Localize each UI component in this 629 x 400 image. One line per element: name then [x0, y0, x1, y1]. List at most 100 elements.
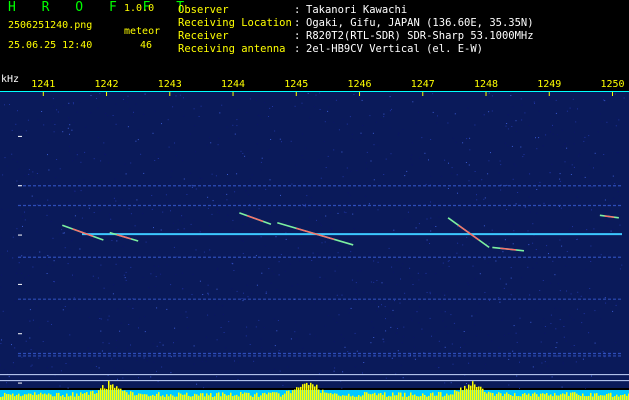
- noise-pixel: [362, 372, 363, 374]
- noise-pixel: [299, 260, 301, 262]
- histogram-bar: [408, 395, 410, 400]
- histogram-bar: [508, 394, 510, 400]
- noise-pixel: [539, 290, 541, 291]
- noise-pixel: [371, 301, 373, 303]
- noise-pixel: [278, 350, 280, 352]
- noise-pixel: [532, 138, 533, 140]
- noise-pixel: [536, 212, 538, 214]
- noise-pixel: [360, 132, 362, 134]
- noise-pixel: [193, 363, 195, 365]
- noise-pixel: [625, 123, 626, 125]
- noise-pixel: [488, 111, 490, 113]
- histogram-bar: [66, 393, 68, 400]
- noise-pixel: [306, 195, 308, 197]
- noise-pixel: [349, 194, 351, 196]
- noise-pixel: [237, 361, 239, 363]
- histogram-bar: [242, 393, 244, 400]
- histogram-bar: [244, 392, 246, 400]
- noise-pixel: [468, 180, 470, 182]
- noise-pixel: [591, 186, 593, 188]
- noise-pixel: [561, 245, 563, 247]
- noise-pixel: [594, 310, 596, 312]
- noise-pixel: [199, 280, 201, 282]
- noise-pixel: [242, 300, 244, 302]
- noise-pixel: [597, 131, 599, 133]
- meteor-count: 46: [140, 40, 153, 51]
- noise-pixel: [37, 119, 39, 121]
- noise-pixel: [109, 216, 111, 218]
- noise-pixel: [43, 124, 45, 126]
- noise-background: [0, 92, 629, 388]
- noise-pixel: [302, 159, 304, 161]
- histogram-bar: [162, 395, 164, 400]
- histogram-bar: [44, 393, 46, 400]
- histogram-bar: [246, 392, 248, 400]
- noise-pixel: [572, 98, 574, 100]
- noise-pixel: [510, 277, 512, 279]
- noise-pixel: [534, 368, 536, 370]
- noise-pixel: [32, 266, 34, 268]
- noise-pixel: [143, 172, 145, 174]
- noise-pixel: [448, 260, 450, 262]
- noise-pixel: [54, 124, 56, 125]
- noise-pixel: [454, 302, 456, 304]
- noise-pixel: [337, 212, 339, 214]
- noise-pixel: [234, 133, 236, 135]
- histogram-bar: [282, 394, 284, 400]
- noise-pixel: [162, 211, 164, 213]
- noise-pixel: [260, 338, 262, 340]
- noise-pixel: [47, 199, 49, 201]
- noise-pixel: [156, 370, 157, 372]
- noise-pixel: [120, 322, 122, 324]
- noise-pixel: [334, 367, 336, 369]
- noise-pixel: [273, 368, 275, 370]
- noise-pixel: [48, 169, 50, 171]
- noise-pixel: [527, 230, 529, 232]
- noise-pixel: [569, 314, 571, 316]
- histogram-bar: [534, 392, 536, 400]
- noise-pixel: [532, 366, 534, 368]
- noise-pixel: [383, 186, 385, 188]
- noise-pixel: [142, 277, 144, 279]
- noise-pixel: [381, 304, 382, 306]
- noise-pixel: [602, 351, 604, 352]
- noise-pixel: [468, 362, 470, 364]
- noise-pixel: [342, 118, 344, 120]
- noise-pixel: [270, 282, 272, 284]
- noise-pixel: [232, 219, 234, 221]
- noise-pixel: [113, 284, 115, 286]
- noise-pixel: [512, 243, 514, 245]
- histogram-bar: [466, 388, 468, 400]
- histogram-bar: [510, 394, 512, 400]
- noise-pixel: [154, 286, 156, 287]
- noise-pixel: [463, 331, 465, 332]
- noise-pixel: [474, 324, 476, 326]
- noise-pixel: [170, 372, 172, 374]
- noise-pixel: [153, 265, 155, 267]
- x-tick-label: 1250: [600, 79, 625, 90]
- noise-pixel: [144, 331, 146, 333]
- noise-pixel: [463, 338, 465, 339]
- noise-pixel: [6, 165, 8, 167]
- noise-pixel: [122, 369, 124, 371]
- noise-pixel: [559, 180, 561, 182]
- noise-pixel: [295, 164, 297, 166]
- noise-pixel: [392, 309, 394, 311]
- noise-pixel: [261, 157, 263, 159]
- noise-pixel: [218, 212, 220, 214]
- noise-pixel: [73, 274, 75, 276]
- noise-pixel: [555, 112, 557, 114]
- histogram-bar: [382, 394, 384, 400]
- info-row-antenna: Receiving antenna : 2el-HB9CV Vertical (…: [178, 43, 534, 56]
- noise-pixel: [69, 145, 70, 147]
- noise-pixel: [414, 346, 415, 348]
- noise-pixel: [143, 357, 145, 359]
- noise-pixel: [42, 99, 43, 101]
- noise-pixel: [548, 253, 549, 255]
- noise-pixel: [200, 227, 201, 229]
- histogram-bar: [52, 396, 54, 400]
- noise-pixel: [521, 277, 523, 279]
- histogram-bar: [236, 394, 238, 400]
- info-value: Takanori Kawachi: [306, 4, 408, 16]
- noise-pixel: [348, 236, 350, 238]
